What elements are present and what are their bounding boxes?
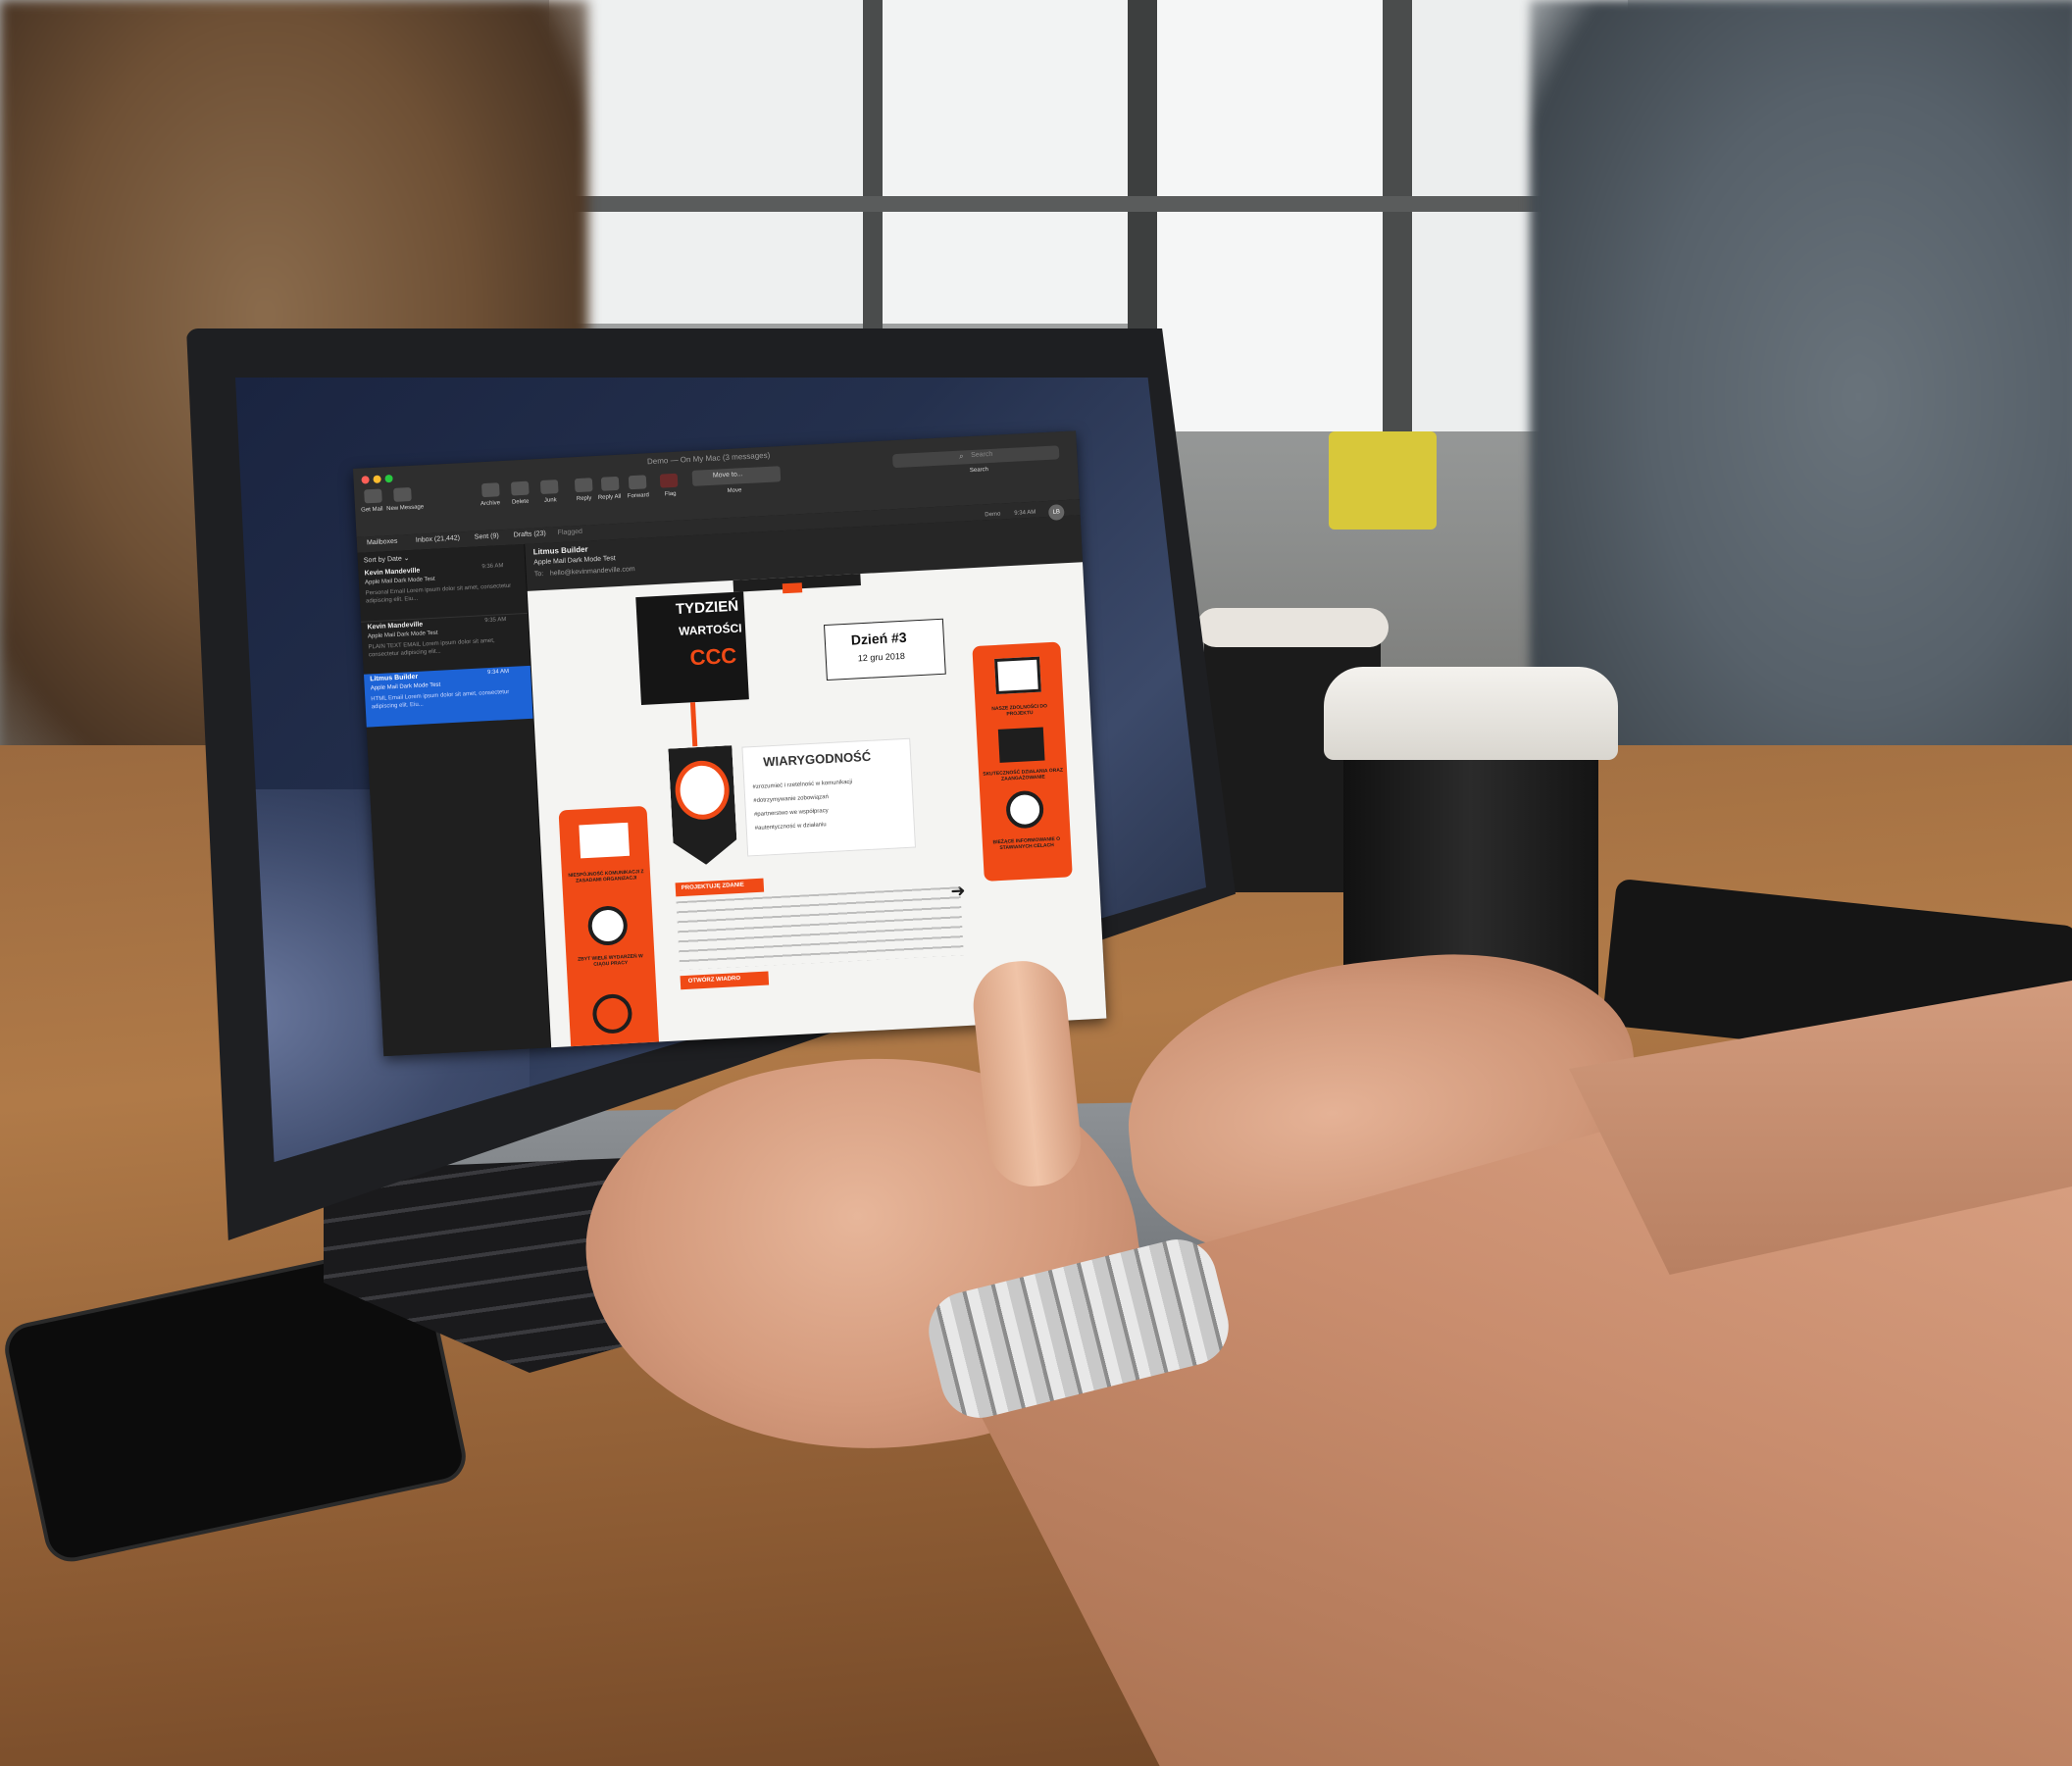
window-title: Demo — On My Mac (3 messages) bbox=[646, 450, 771, 467]
reader-time: 9:34 AM bbox=[1014, 509, 1036, 517]
message-time: 9:36 AM bbox=[481, 563, 504, 571]
left-icon-caption: ZBYT WIELE WYDARZEŃ W CIĄGU PRACY bbox=[578, 953, 643, 968]
right-icon-column: NASZE ZDOLNOŚCI DO PROJEKTU SKUTECZNOŚĆ … bbox=[972, 641, 1073, 882]
right-icon-caption: BIEŻĄCE INFORMOWANIE O STAWIANYCH CELACH bbox=[992, 835, 1061, 852]
tablet-icon bbox=[994, 656, 1041, 694]
message-subject: Apple Mail Dark Mode Test bbox=[370, 681, 441, 692]
favorites-inbox[interactable]: Inbox (21,442) bbox=[416, 534, 460, 543]
title-brand: CCC bbox=[688, 642, 737, 671]
reader-from: Litmus Builder bbox=[532, 544, 588, 557]
window-pane bbox=[1157, 0, 1383, 431]
new-message-label: New Message bbox=[386, 504, 425, 513]
bullet-item: #partnerstwo we współpracy bbox=[753, 808, 829, 819]
flag-icon[interactable] bbox=[659, 473, 679, 488]
favorites-flagged[interactable]: Flagged bbox=[558, 529, 583, 536]
search-placeholder: Search bbox=[970, 450, 993, 459]
title-line1: TYDZIEŃ bbox=[675, 597, 739, 618]
sort-by-date[interactable]: Sort by Date ⌄ bbox=[364, 554, 410, 564]
right-icon-caption: SKUTECZNOŚĆ DZIAŁANIA ORAZ ZAANGAŻOWANIE bbox=[983, 767, 1064, 782]
message-time: 9:35 AM bbox=[484, 617, 507, 625]
photo-scene: Demo — On My Mac (3 messages) Get Mail N… bbox=[0, 0, 2072, 1766]
no-smoking-icon bbox=[591, 992, 633, 1034]
reply-icon[interactable] bbox=[574, 478, 593, 493]
left-icon-column: NIESPÓJNOŚĆ KOMUNIKACJI Z ZASADAMI ORGAN… bbox=[558, 805, 660, 1048]
window-pane bbox=[883, 0, 1128, 324]
title-block: TYDZIEŃ WARTOŚCI CCC bbox=[635, 591, 749, 705]
reader-to-label: To: bbox=[533, 570, 544, 579]
reply-all-label: Reply All bbox=[597, 493, 622, 501]
coffee-lid bbox=[1324, 667, 1618, 760]
right-icon-caption: NASZE ZDOLNOŚCI DO PROJEKTU bbox=[991, 703, 1048, 718]
title-line2: WARTOŚCI bbox=[678, 621, 742, 638]
message-subject: Apple Mail Dark Mode Test bbox=[364, 576, 435, 586]
reply-all-icon[interactable] bbox=[600, 476, 620, 491]
window-frame bbox=[549, 196, 1628, 212]
search-label: Search bbox=[969, 467, 989, 475]
message-time: 9:34 AM bbox=[486, 668, 510, 677]
map-icon bbox=[579, 822, 631, 859]
projects-tag: PROJEKTUJĘ ZDANIE bbox=[675, 878, 765, 897]
body-text-block bbox=[676, 886, 964, 971]
value-title: WIARYGODNOŚĆ bbox=[762, 748, 872, 770]
delete-icon[interactable] bbox=[510, 480, 530, 496]
reader-inbox-tag: Demo bbox=[985, 511, 1001, 519]
reply-label: Reply bbox=[576, 495, 592, 503]
flag-label: Flag bbox=[664, 490, 677, 498]
search-icon: ⌕ bbox=[958, 451, 964, 461]
close-window-button[interactable] bbox=[361, 476, 370, 484]
delete-label: Delete bbox=[511, 498, 530, 506]
clock-icon bbox=[586, 905, 629, 947]
new-message-icon[interactable] bbox=[393, 486, 412, 502]
zoom-window-button[interactable] bbox=[384, 474, 393, 483]
list-item[interactable]: Kevin Mandeville 9:36 AM Apple Mail Dark… bbox=[358, 560, 528, 622]
date-label: 12 gru 2018 bbox=[857, 650, 906, 664]
coffee-lid-back bbox=[1196, 608, 1389, 647]
mail-window: Demo — On My Mac (3 messages) Get Mail N… bbox=[353, 430, 1107, 1057]
yellow-plant-pot bbox=[1329, 431, 1437, 530]
favorites-drafts[interactable]: Drafts (23) bbox=[514, 530, 546, 539]
forward-label: Forward bbox=[627, 492, 650, 500]
info-icon bbox=[1005, 789, 1045, 830]
window-pane bbox=[549, 0, 863, 324]
message-sender: Kevin Mandeville bbox=[367, 621, 424, 631]
open-tag-label: OTWÓRZ WIADRO bbox=[687, 976, 741, 984]
message-preview: Personal Email Lorem ipsum dolor sit ame… bbox=[365, 582, 512, 605]
archive-icon[interactable] bbox=[480, 482, 500, 498]
minimize-window-button[interactable] bbox=[373, 475, 381, 483]
message-sender: Kevin Mandeville bbox=[364, 567, 421, 578]
forward-icon[interactable] bbox=[628, 475, 647, 490]
favorites-mailboxes[interactable]: Mailboxes bbox=[367, 538, 398, 547]
day-box: Dzień #3 12 gru 2018 bbox=[823, 618, 946, 681]
message-preview: PLAIN TEXT EMAIL Lorem ipsum dolor sit a… bbox=[368, 637, 495, 659]
left-icon-caption: NIESPÓJNOŚĆ KOMUNIKACJI Z ZASADAMI ORGAN… bbox=[568, 869, 644, 884]
projects-tag-label: PROJEKTUJĘ ZDANIE bbox=[681, 882, 744, 892]
move-label: Move bbox=[727, 487, 742, 495]
reader-to[interactable]: hello@kevinmandeville.com bbox=[550, 566, 635, 578]
list-item-selected[interactable]: Litmus Builder 9:34 AM Apple Mail Dark M… bbox=[363, 665, 533, 728]
favorites-sent[interactable]: Sent (9) bbox=[475, 532, 499, 540]
archive-label: Archive bbox=[480, 500, 501, 508]
reader-subject: Apple Mail Dark Mode Test bbox=[533, 555, 616, 567]
bullet-item: #autentyczność w działaniu bbox=[754, 822, 827, 833]
message-list: Sort by Date ⌄ Kevin Mandeville 9:36 AM … bbox=[357, 543, 552, 1057]
connector-line bbox=[689, 702, 698, 747]
value-panel: WIARYGODNOŚĆ #zrozumieć i rzetelność w k… bbox=[741, 737, 917, 857]
junk-label: Junk bbox=[543, 497, 557, 504]
open-tag[interactable]: OTWÓRZ WIADRO bbox=[680, 971, 770, 990]
checkmark-icon bbox=[997, 727, 1045, 763]
message-sender: Litmus Builder bbox=[370, 673, 419, 683]
get-mail-icon[interactable] bbox=[364, 488, 382, 504]
bullet-item: #dotrzymywanie zobowiązań bbox=[753, 794, 830, 805]
message-subject: Apple Mail Dark Mode Test bbox=[367, 630, 438, 640]
message-preview: HTML Email Lorem ipsum dolor sit amet, c… bbox=[371, 688, 510, 711]
bullet-item: #zrozumieć i rzetelność w komunikacji bbox=[752, 779, 853, 791]
junk-icon[interactable] bbox=[539, 479, 559, 495]
get-mail-label: Get Mail bbox=[361, 506, 383, 514]
top-banner-accent bbox=[782, 582, 803, 594]
avatar: LB bbox=[1047, 504, 1065, 521]
day-label: Dzień #3 bbox=[850, 629, 907, 648]
